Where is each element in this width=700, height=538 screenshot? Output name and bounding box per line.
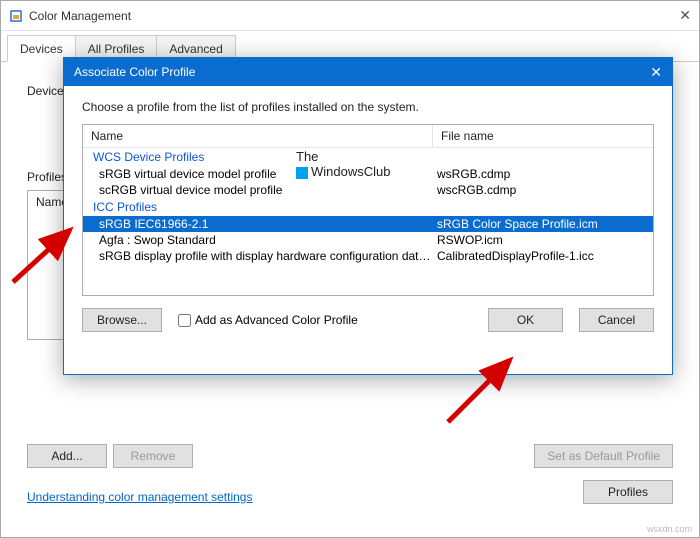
column-file[interactable]: File name <box>433 125 653 147</box>
add-button[interactable]: Add... <box>27 444 107 468</box>
table-row[interactable]: sRGB display profile with display hardwa… <box>83 248 653 264</box>
group-wcs: WCS Device Profiles <box>83 148 653 166</box>
modal-description: Choose a profile from the list of profil… <box>82 100 654 114</box>
table-row-selected[interactable]: sRGB IEC61966-2.1 sRGB Color Space Profi… <box>83 216 653 232</box>
ok-button[interactable]: OK <box>488 308 563 332</box>
table-body: WCS Device Profiles sRGB virtual device … <box>83 148 653 264</box>
profile-table: Name File name WCS Device Profiles sRGB … <box>82 124 654 296</box>
app-icon <box>9 9 23 23</box>
profiles-button[interactable]: Profiles <box>583 480 673 504</box>
group-icc: ICC Profiles <box>83 198 653 216</box>
associate-color-profile-dialog: Associate Color Profile ✕ Choose a profi… <box>63 57 673 375</box>
main-title: Color Management <box>29 9 651 23</box>
modal-close-icon[interactable]: ✕ <box>632 64 662 81</box>
cancel-button[interactable]: Cancel <box>579 308 654 332</box>
advanced-checkbox-label[interactable]: Add as Advanced Color Profile <box>178 313 358 327</box>
table-row[interactable]: sRGB virtual device model profile wsRGB.… <box>83 166 653 182</box>
source-watermark: wsxdn.com <box>647 524 692 534</box>
table-row[interactable]: scRGB virtual device model profile wscRG… <box>83 182 653 198</box>
table-row[interactable]: Agfa : Swop Standard RSWOP.icm <box>83 232 653 248</box>
main-titlebar: Color Management ✕ <box>1 1 699 31</box>
table-header: Name File name <box>83 125 653 148</box>
modal-button-row: Browse... Add as Advanced Color Profile … <box>82 308 654 332</box>
main-close-icon[interactable]: ✕ <box>651 7 691 24</box>
remove-button: Remove <box>113 444 193 468</box>
modal-titlebar: Associate Color Profile ✕ <box>64 58 672 86</box>
browse-button[interactable]: Browse... <box>82 308 162 332</box>
set-default-button: Set as Default Profile <box>534 444 673 468</box>
help-link-row: Understanding color management settings <box>27 490 252 504</box>
help-link[interactable]: Understanding color management settings <box>27 490 252 504</box>
bottom-button-row: Add... Remove Set as Default Profile <box>27 444 673 468</box>
advanced-checkbox[interactable] <box>178 314 191 327</box>
modal-title: Associate Color Profile <box>74 65 632 79</box>
column-name[interactable]: Name <box>83 125 433 147</box>
